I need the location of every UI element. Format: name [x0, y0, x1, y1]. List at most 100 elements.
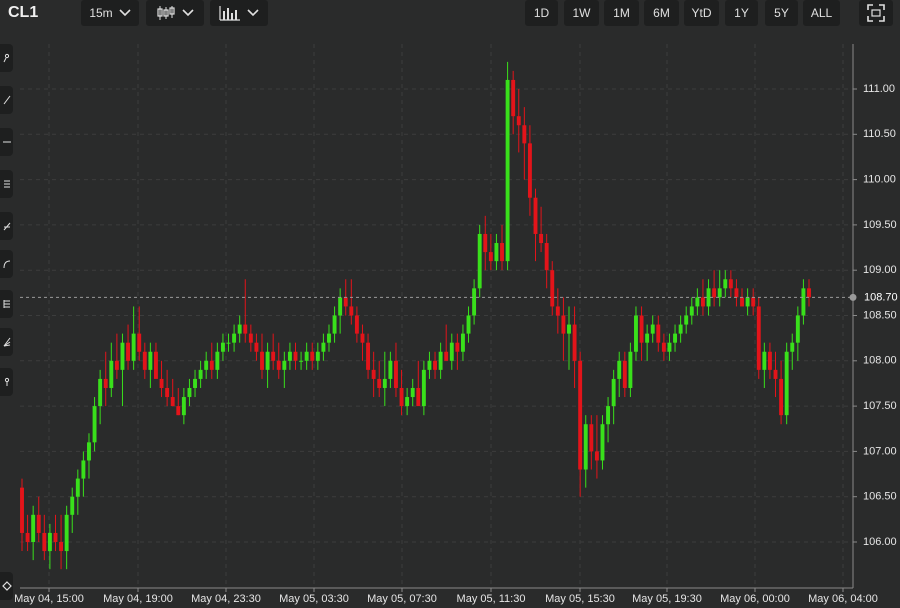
candle-body	[645, 333, 650, 343]
candle	[187, 378, 192, 407]
candle	[634, 306, 638, 361]
candle	[75, 469, 80, 515]
trendline-tool-button[interactable]	[0, 86, 13, 114]
arc-tool-button[interactable]	[0, 250, 13, 278]
candle-body	[488, 252, 493, 262]
y-tick-label: 108.00	[863, 355, 897, 367]
candle-body	[717, 288, 722, 298]
candle-body	[176, 406, 181, 416]
candle	[349, 279, 354, 325]
candle	[248, 324, 253, 352]
candle	[756, 297, 761, 379]
candle	[449, 333, 454, 370]
candle-body	[773, 369, 778, 379]
candle-body	[220, 342, 225, 352]
candle-body	[661, 342, 666, 352]
settings-diamond-button[interactable]	[0, 572, 13, 600]
candle	[472, 279, 477, 325]
candle-body	[700, 297, 705, 307]
gann-tool-button[interactable]	[0, 290, 13, 318]
candle-body	[539, 233, 544, 244]
x-tick-label: May 05, 19:30	[632, 593, 702, 605]
measure-icon	[2, 377, 12, 387]
candle-body	[477, 233, 482, 289]
candle	[388, 351, 393, 388]
candle	[717, 270, 722, 307]
candle	[237, 315, 242, 343]
candle-body	[550, 270, 555, 307]
crosshair-icon	[2, 53, 12, 63]
candlestick-chart[interactable]: 106.00 106.50 107.00 107.50 108.00 108.50 109.…	[0, 0, 900, 608]
candle	[622, 351, 627, 398]
candle	[87, 433, 91, 479]
fib-retracement-tool-button[interactable]	[0, 170, 13, 198]
candle-body	[148, 351, 153, 370]
candle-body	[265, 351, 270, 370]
candle-body	[327, 333, 331, 343]
candle-body	[232, 333, 237, 343]
candle	[293, 342, 298, 370]
x-tick-label: May 05, 11:30	[457, 593, 526, 605]
last-price-dot	[849, 293, 857, 301]
candle	[427, 351, 432, 379]
candle	[684, 306, 689, 334]
candle	[460, 324, 465, 361]
candle	[544, 233, 549, 289]
candle-body	[75, 478, 80, 497]
candle	[98, 369, 103, 425]
horizontal-line-tool-button[interactable]	[0, 128, 13, 156]
candle-body	[762, 351, 767, 370]
candle-body	[53, 532, 58, 542]
candle	[745, 288, 750, 316]
candle-body	[455, 342, 460, 352]
candle-body	[505, 79, 510, 262]
candle-body	[483, 233, 488, 253]
candle	[617, 351, 622, 398]
candle-body	[460, 333, 465, 352]
candle	[438, 342, 443, 379]
candle	[477, 224, 482, 298]
x-tick-label: May 04, 15:00	[14, 593, 84, 605]
candle-body	[394, 360, 398, 388]
x-tick-label: May 05, 07:30	[367, 593, 437, 605]
candle-body	[382, 378, 387, 388]
pitchfork-tool-button[interactable]	[0, 212, 13, 240]
candle-body	[310, 351, 315, 361]
candle	[254, 333, 259, 361]
candle	[712, 270, 717, 307]
candle-body	[103, 378, 108, 388]
candle-body	[594, 451, 599, 461]
candle	[271, 333, 276, 370]
candle	[276, 342, 281, 379]
candle	[92, 397, 97, 452]
candle	[176, 387, 181, 416]
candle-body	[583, 424, 588, 470]
chart-grid	[20, 44, 853, 588]
candle	[488, 233, 493, 271]
candle-body	[137, 333, 142, 352]
candle-body	[399, 387, 404, 407]
candle-body	[226, 342, 231, 344]
candle-body	[438, 351, 443, 370]
candle-body	[343, 297, 348, 307]
measure-tool-button[interactable]	[0, 368, 13, 396]
candle	[181, 387, 186, 425]
candle-body	[92, 406, 97, 443]
candle	[31, 505, 36, 561]
candle	[678, 315, 683, 343]
fib-fan-tool-button[interactable]	[0, 328, 13, 356]
candle-body	[606, 406, 611, 425]
y-tick-label: 111.00	[863, 83, 895, 95]
candle	[327, 324, 331, 352]
candle-body	[555, 306, 560, 316]
candle-body	[734, 288, 739, 298]
crosshair-tool-button[interactable]	[0, 44, 13, 72]
candle	[594, 415, 599, 479]
candle	[103, 351, 108, 407]
candle	[47, 523, 52, 570]
candle-body	[366, 342, 371, 370]
y-tick-label: 110.00	[863, 174, 896, 186]
candle	[243, 279, 248, 343]
candle	[321, 333, 326, 361]
x-tick-label: May 06, 04:00	[808, 593, 878, 605]
